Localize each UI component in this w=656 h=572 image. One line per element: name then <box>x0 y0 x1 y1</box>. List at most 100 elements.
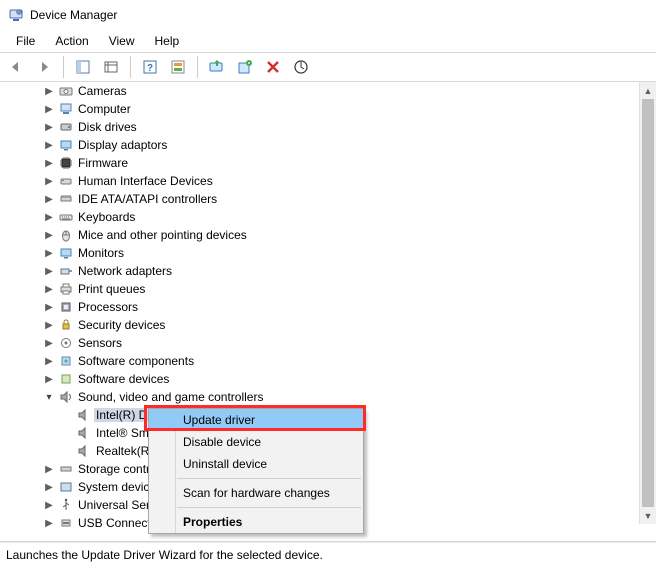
tree-item-label: Disk drives <box>76 120 139 134</box>
display-adapter-icon <box>58 137 74 153</box>
tree-item[interactable]: ▶ Software components <box>2 352 656 370</box>
tree-item-label: Keyboards <box>76 210 137 224</box>
chevron-right-icon[interactable]: ▶ <box>42 86 56 97</box>
chevron-right-icon[interactable]: ▶ <box>42 158 56 169</box>
menu-file[interactable]: File <box>6 32 45 50</box>
toolbar-show-hide-panel-button[interactable] <box>71 55 95 79</box>
system-device-icon <box>58 479 74 495</box>
context-menu-properties[interactable]: Properties <box>149 511 363 533</box>
toolbar-forward-button[interactable] <box>32 55 56 79</box>
chevron-right-icon[interactable]: ▶ <box>42 248 56 259</box>
printer-icon <box>58 281 74 297</box>
tree-item[interactable]: ▶ Monitors <box>2 244 656 262</box>
tree-item[interactable]: ▶ Security devices <box>2 316 656 334</box>
tree-item[interactable]: ▶ Mice and other pointing devices <box>2 226 656 244</box>
chevron-right-icon[interactable]: ▶ <box>42 500 56 511</box>
tree-item-label: Security devices <box>76 318 167 332</box>
chevron-right-icon[interactable]: ▶ <box>42 284 56 295</box>
chevron-right-icon[interactable]: ▶ <box>42 176 56 187</box>
tree-item-label: System device <box>76 480 158 494</box>
chevron-right-icon[interactable]: ▶ <box>42 212 56 223</box>
chevron-right-icon[interactable]: ▶ <box>42 356 56 367</box>
toolbar-separator <box>130 56 131 78</box>
tree-item[interactable]: ▶ Software devices <box>2 370 656 388</box>
toolbar-uninstall-button[interactable] <box>233 55 257 79</box>
menu-action[interactable]: Action <box>45 32 98 50</box>
hid-icon <box>58 173 74 189</box>
tree-item[interactable]: ▶ Sensors <box>2 334 656 352</box>
context-menu-update-driver[interactable]: Update driver <box>149 409 363 431</box>
network-adapter-icon <box>58 263 74 279</box>
scrollbar-thumb[interactable] <box>642 99 654 507</box>
mouse-icon <box>58 227 74 243</box>
context-menu-separator <box>177 507 361 508</box>
tree-item[interactable]: ▶ IDE ATA/ATAPI controllers <box>2 190 656 208</box>
chevron-right-icon[interactable]: ▶ <box>42 104 56 115</box>
chevron-right-icon[interactable]: ▶ <box>42 518 56 529</box>
toolbar-scan-button[interactable] <box>289 55 313 79</box>
toolbar-separator <box>63 56 64 78</box>
menu-help[interactable]: Help <box>145 32 190 50</box>
tree-item-label: Print queues <box>76 282 147 296</box>
tree-item-label: Processors <box>76 300 140 314</box>
security-device-icon <box>58 317 74 333</box>
toolbar-update-driver-button[interactable] <box>205 55 229 79</box>
toolbar-back-button[interactable] <box>4 55 28 79</box>
device-tree-panel: ▶ Cameras ▶ Computer ▶ Disk drives ▶ Dis… <box>0 82 656 542</box>
camera-icon <box>58 83 74 99</box>
tree-item[interactable]: ▶ Print queues <box>2 280 656 298</box>
toolbar-separator <box>197 56 198 78</box>
tree-item-sound-category[interactable]: ▾ Sound, video and game controllers <box>2 388 656 406</box>
software-device-icon <box>58 371 74 387</box>
tree-item[interactable]: ▶ Cameras <box>2 82 656 100</box>
tree-item-label: IDE ATA/ATAPI controllers <box>76 192 219 206</box>
usb-icon <box>58 497 74 513</box>
status-text: Launches the Update Driver Wizard for th… <box>6 548 323 562</box>
toolbar-action-button[interactable] <box>166 55 190 79</box>
tree-item-label: Network adapters <box>76 264 174 278</box>
tree-item-label: Firmware <box>76 156 130 170</box>
tree-item[interactable]: ▶ Keyboards <box>2 208 656 226</box>
tree-item[interactable]: ▶ Display adaptors <box>2 136 656 154</box>
tree-item-label: Realtek(R) <box>94 444 155 458</box>
chevron-right-icon[interactable]: ▶ <box>42 338 56 349</box>
context-menu-scan-hardware[interactable]: Scan for hardware changes <box>149 482 363 504</box>
scroll-up-arrow-icon[interactable]: ▲ <box>640 82 656 99</box>
vertical-scrollbar[interactable]: ▲ ▼ <box>639 82 656 524</box>
tree-item[interactable]: ▶ Processors <box>2 298 656 316</box>
context-menu-uninstall-device[interactable]: Uninstall device <box>149 453 363 475</box>
context-menu-separator <box>177 478 361 479</box>
context-menu-disable-device[interactable]: Disable device <box>149 431 363 453</box>
toolbar-disable-button[interactable] <box>261 55 285 79</box>
chevron-right-icon[interactable]: ▶ <box>42 482 56 493</box>
chevron-right-icon[interactable]: ▶ <box>42 320 56 331</box>
chevron-right-icon[interactable]: ▶ <box>42 374 56 385</box>
menu-bar: File Action View Help <box>0 30 656 52</box>
tree-item[interactable]: ▶ Disk drives <box>2 118 656 136</box>
tree-item[interactable]: ▶ Firmware <box>2 154 656 172</box>
chevron-right-icon[interactable]: ▶ <box>42 266 56 277</box>
scrollbar-track[interactable] <box>640 99 656 507</box>
speaker-icon <box>58 389 74 405</box>
chevron-right-icon[interactable]: ▶ <box>42 464 56 475</box>
tree-item-label: Software devices <box>76 372 171 386</box>
tree-item[interactable]: ▶ Human Interface Devices <box>2 172 656 190</box>
chevron-right-icon[interactable]: ▶ <box>42 194 56 205</box>
chevron-right-icon[interactable]: ▶ <box>42 302 56 313</box>
chevron-down-icon[interactable]: ▾ <box>42 392 56 403</box>
processor-icon <box>58 299 74 315</box>
tree-item-label: Computer <box>76 102 133 116</box>
menu-view[interactable]: View <box>99 32 145 50</box>
computer-icon <box>58 101 74 117</box>
chevron-right-icon[interactable]: ▶ <box>42 140 56 151</box>
toolbar-properties-button[interactable] <box>99 55 123 79</box>
tree-item-label: Sensors <box>76 336 124 350</box>
toolbar-help-button[interactable]: ? <box>138 55 162 79</box>
tree-item-label: Universal Seri <box>76 498 155 512</box>
tree-item[interactable]: ▶ Computer <box>2 100 656 118</box>
chevron-right-icon[interactable]: ▶ <box>42 122 56 133</box>
chevron-right-icon[interactable]: ▶ <box>42 230 56 241</box>
scroll-down-arrow-icon[interactable]: ▼ <box>640 507 656 524</box>
tree-item[interactable]: ▶ Network adapters <box>2 262 656 280</box>
disk-icon <box>58 119 74 135</box>
